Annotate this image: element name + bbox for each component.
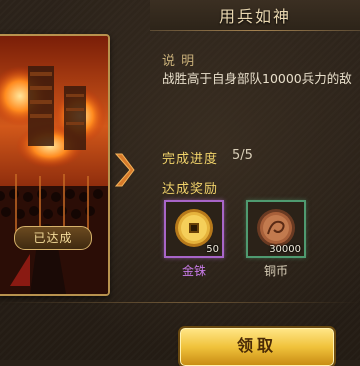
description-text: 战胜高于自身部队10000兵力的敌	[162, 71, 352, 86]
reward-label: 达成奖励	[162, 182, 219, 197]
title-divider	[150, 30, 360, 31]
reward-slot-copper[interactable]: 30000	[246, 200, 306, 258]
bottom-divider	[0, 302, 360, 303]
reward-count: 30000	[269, 244, 301, 255]
page-title: 用兵如神	[218, 7, 291, 26]
reward-slot-gold[interactable]: 50	[164, 200, 224, 258]
battle-scene-image	[0, 36, 108, 294]
claim-button[interactable]: 领取	[180, 328, 334, 366]
reward-count: 50	[206, 244, 219, 255]
chevron-right-icon	[114, 153, 135, 187]
progress-value: 5/5	[232, 148, 253, 163]
progress-label: 完成进度	[162, 152, 219, 167]
status-badge: 已达成	[14, 226, 92, 250]
description-label: 说 明	[162, 54, 196, 69]
achievement-illustration	[0, 34, 110, 296]
reward-name-copper: 铜币	[263, 264, 288, 278]
reward-name-gold: 金铢	[181, 264, 206, 278]
